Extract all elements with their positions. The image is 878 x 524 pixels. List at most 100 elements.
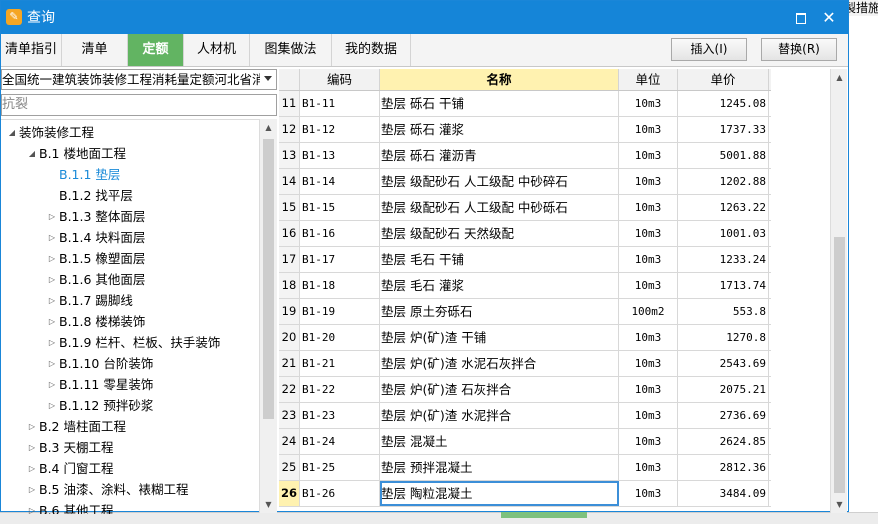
dialog-titlebar[interactable]: ✎ 查询 ✕ bbox=[1, 1, 848, 34]
quota-library-select[interactable]: 全国统一建筑装饰装修工程消耗量定额河北省消耗 bbox=[1, 69, 277, 90]
cell-price[interactable]: 2624.85 bbox=[678, 429, 769, 454]
cell-index[interactable]: 17 bbox=[279, 247, 300, 272]
header-unit[interactable]: 单位 bbox=[619, 69, 678, 90]
cell-name[interactable]: 垫层 炉(矿)渣 石灰拌合 bbox=[380, 377, 619, 402]
cell-unit[interactable]: 10m3 bbox=[619, 273, 678, 298]
cell-unit[interactable]: 10m3 bbox=[619, 403, 678, 428]
cell-name[interactable]: 垫层 炉(矿)渣 水泥拌合 bbox=[380, 403, 619, 428]
cell-code[interactable]: B1-20 bbox=[300, 325, 380, 350]
cell-name[interactable]: 垫层 级配砂石 天然级配 bbox=[380, 221, 619, 246]
cell-name[interactable]: 垫层 原土夯砾石 bbox=[380, 299, 619, 324]
cell-code[interactable]: B1-18 bbox=[300, 273, 380, 298]
cell-price[interactable]: 1737.33 bbox=[678, 117, 769, 142]
restore-icon[interactable] bbox=[791, 8, 811, 28]
cell-unit[interactable]: 10m3 bbox=[619, 221, 678, 246]
cell-index[interactable]: 25 bbox=[279, 455, 300, 480]
cell-unit[interactable]: 10m3 bbox=[619, 351, 678, 376]
cell-name[interactable]: 垫层 毛石 灌浆 bbox=[380, 273, 619, 298]
cell-code[interactable]: B1-26 bbox=[300, 481, 380, 506]
collapsed-arrow-icon[interactable]: ▷ bbox=[47, 311, 57, 332]
collapsed-arrow-icon[interactable]: ▷ bbox=[47, 290, 57, 311]
cell-name[interactable]: 垫层 砾石 灌沥青 bbox=[380, 143, 619, 168]
tree-scrollbar[interactable]: ▲ ▼ bbox=[259, 119, 277, 513]
cell-price[interactable]: 1270.8 bbox=[678, 325, 769, 350]
cell-price[interactable]: 1263.22 bbox=[678, 195, 769, 220]
cell-name[interactable]: 垫层 级配砂石 人工级配 中砂碎石 bbox=[380, 169, 619, 194]
table-row[interactable]: 12 B1-12 垫层 砾石 灌浆 10m3 1737.33 bbox=[279, 117, 771, 143]
cell-unit[interactable]: 10m3 bbox=[619, 377, 678, 402]
cell-name[interactable]: 垫层 毛石 干铺 bbox=[380, 247, 619, 272]
collapsed-arrow-icon[interactable]: ▷ bbox=[27, 416, 37, 437]
cell-unit[interactable]: 10m3 bbox=[619, 169, 678, 194]
cell-code[interactable]: B1-11 bbox=[300, 91, 380, 116]
cell-name[interactable]: 垫层 预拌混凝土 bbox=[380, 455, 619, 480]
cell-code[interactable]: B1-12 bbox=[300, 117, 380, 142]
collapsed-arrow-icon[interactable]: ▷ bbox=[47, 269, 57, 290]
close-icon[interactable]: ✕ bbox=[819, 8, 839, 28]
table-scrollbar[interactable]: ▲ ▼ bbox=[830, 69, 847, 513]
cell-code[interactable]: B1-16 bbox=[300, 221, 380, 246]
cell-unit[interactable]: 10m3 bbox=[619, 325, 678, 350]
cell-unit[interactable]: 100m2 bbox=[619, 299, 678, 324]
cell-price[interactable]: 1233.24 bbox=[678, 247, 769, 272]
cell-index[interactable]: 23 bbox=[279, 403, 300, 428]
cell-index[interactable]: 15 bbox=[279, 195, 300, 220]
cell-name[interactable]: 垫层 级配砂石 人工级配 中砂砾石 bbox=[380, 195, 619, 220]
cell-price[interactable]: 1713.74 bbox=[678, 273, 769, 298]
cell-index[interactable]: 14 bbox=[279, 169, 300, 194]
expanded-arrow-icon[interactable]: ◢ bbox=[7, 122, 17, 143]
cell-index[interactable]: 21 bbox=[279, 351, 300, 376]
table-row[interactable]: 19 B1-19 垫层 原土夯砾石 100m2 553.8 bbox=[279, 299, 771, 325]
collapsed-arrow-icon[interactable]: ▷ bbox=[47, 206, 57, 227]
tab-quota[interactable]: 定额 bbox=[128, 34, 184, 66]
tab-bill[interactable]: 清单 bbox=[62, 34, 128, 66]
cell-index[interactable]: 16 bbox=[279, 221, 300, 246]
cell-name[interactable]: 垫层 砾石 灌浆 bbox=[380, 117, 619, 142]
cell-price[interactable]: 2075.21 bbox=[678, 377, 769, 402]
cell-code[interactable]: B1-19 bbox=[300, 299, 380, 324]
insert-button[interactable]: 插入(I) bbox=[671, 38, 747, 61]
cell-code[interactable]: B1-13 bbox=[300, 143, 380, 168]
table-row[interactable]: 26 B1-26 垫层 陶粒混凝土 10m3 3484.09 bbox=[279, 481, 771, 507]
cell-index[interactable]: 22 bbox=[279, 377, 300, 402]
collapsed-arrow-icon[interactable]: ▷ bbox=[27, 479, 37, 500]
table-row[interactable]: 11 B1-11 垫层 砾石 干铺 10m3 1245.08 bbox=[279, 91, 771, 117]
table-row[interactable]: 23 B1-23 垫层 炉(矿)渣 水泥拌合 10m3 2736.69 bbox=[279, 403, 771, 429]
collapsed-arrow-icon[interactable]: ▷ bbox=[47, 374, 57, 395]
cell-index[interactable]: 26 bbox=[279, 481, 300, 506]
cell-index[interactable]: 12 bbox=[279, 117, 300, 142]
scroll-up-icon[interactable]: ▲ bbox=[831, 69, 847, 86]
cell-code[interactable]: B1-23 bbox=[300, 403, 380, 428]
table-row[interactable]: 13 B1-13 垫层 砾石 灌沥青 10m3 5001.88 bbox=[279, 143, 771, 169]
collapsed-arrow-icon[interactable]: ▷ bbox=[27, 500, 37, 514]
cell-index[interactable]: 24 bbox=[279, 429, 300, 454]
cell-name[interactable]: 垫层 炉(矿)渣 干铺 bbox=[380, 325, 619, 350]
cell-code[interactable]: B1-15 bbox=[300, 195, 380, 220]
cell-price[interactable]: 1202.88 bbox=[678, 169, 769, 194]
table-row[interactable]: 24 B1-24 垫层 混凝土 10m3 2624.85 bbox=[279, 429, 771, 455]
cell-index[interactable]: 18 bbox=[279, 273, 300, 298]
cell-price[interactable]: 1001.03 bbox=[678, 221, 769, 246]
cell-code[interactable]: B1-17 bbox=[300, 247, 380, 272]
tab-bill-guide[interactable]: 清单指引 bbox=[1, 34, 62, 66]
cell-price[interactable]: 2812.36 bbox=[678, 455, 769, 480]
collapsed-arrow-icon[interactable]: ▷ bbox=[27, 458, 37, 479]
cell-code[interactable]: B1-25 bbox=[300, 455, 380, 480]
chevron-down-icon[interactable] bbox=[264, 76, 272, 81]
cell-code[interactable]: B1-21 bbox=[300, 351, 380, 376]
cell-index[interactable]: 19 bbox=[279, 299, 300, 324]
collapsed-arrow-icon[interactable]: ▷ bbox=[47, 227, 57, 248]
expanded-arrow-icon[interactable]: ◢ bbox=[27, 143, 37, 164]
table-row[interactable]: 15 B1-15 垫层 级配砂石 人工级配 中砂砾石 10m3 1263.22 bbox=[279, 195, 771, 221]
cell-unit[interactable]: 10m3 bbox=[619, 429, 678, 454]
table-row[interactable]: 22 B1-22 垫层 炉(矿)渣 石灰拌合 10m3 2075.21 bbox=[279, 377, 771, 403]
cell-name[interactable]: 垫层 混凝土 bbox=[380, 429, 619, 454]
collapsed-arrow-icon[interactable]: ▷ bbox=[27, 437, 37, 458]
cell-unit[interactable]: 10m3 bbox=[619, 143, 678, 168]
cell-name[interactable]: 垫层 砾石 干铺 bbox=[380, 91, 619, 116]
cell-price[interactable]: 2736.69 bbox=[678, 403, 769, 428]
table-row[interactable]: 21 B1-21 垫层 炉(矿)渣 水泥石灰拌合 10m3 2543.69 bbox=[279, 351, 771, 377]
search-input[interactable]: 抗裂 bbox=[1, 94, 277, 116]
scroll-down-icon[interactable]: ▼ bbox=[831, 496, 847, 513]
cell-index[interactable]: 13 bbox=[279, 143, 300, 168]
